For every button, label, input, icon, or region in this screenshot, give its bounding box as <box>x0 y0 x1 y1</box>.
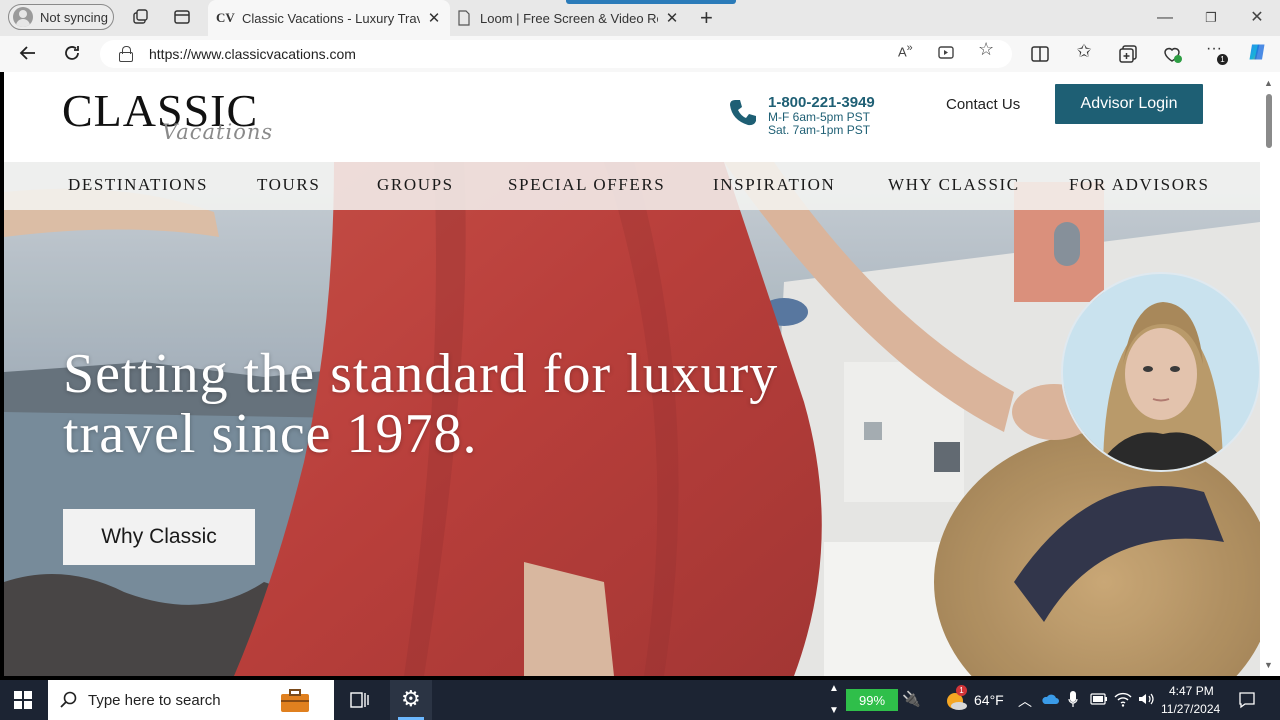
notification-icon[interactable] <box>1238 691 1256 709</box>
power-plug-icon[interactable]: 🔌 <box>902 690 921 708</box>
tab-favicon-cv: CV <box>216 10 235 25</box>
profile-avatar-icon <box>13 7 33 27</box>
tab-close-icon[interactable]: ✕ <box>424 9 444 27</box>
classic-vacations-logo[interactable]: CLASSIC Vacations <box>62 80 272 156</box>
url-text: https://www.classicvacations.com <box>149 46 356 62</box>
taskbar-settings-app[interactable]: ⚙ <box>390 680 432 720</box>
split-screen-icon[interactable] <box>1029 44 1051 64</box>
nav-for-advisors[interactable]: FOR ADVISORS <box>1069 175 1210 195</box>
hero-headline-line1: Setting the standard for luxury <box>63 343 779 405</box>
nav-groups[interactable]: GROUPS <box>377 175 454 195</box>
briefcase-icon <box>281 689 309 712</box>
nav-destinations[interactable]: DESTINATIONS <box>68 175 208 195</box>
weather-temperature: 64°F <box>974 692 1004 708</box>
favorites-icon[interactable]: ✩ <box>1073 41 1095 61</box>
gear-icon: ⚙ <box>401 686 421 711</box>
profile-status-label: Not syncing <box>40 9 108 25</box>
scroll-tray-down-icon[interactable]: ▼ <box>829 705 839 716</box>
volume-icon[interactable] <box>1137 691 1155 707</box>
restore-button[interactable]: ❐ <box>1191 6 1231 30</box>
logo-script: Vacations <box>162 120 274 144</box>
scroll-up-arrow-icon[interactable]: ▲ <box>1264 78 1273 88</box>
plus-icon: + <box>700 5 713 30</box>
clock-date[interactable]: 11/27/2024 <box>1161 702 1220 716</box>
tab-classic-vacations[interactable]: CV Classic Vacations - Luxury Travel S ✕ <box>208 0 450 36</box>
refresh-icon <box>65 46 79 60</box>
more-menu-icon[interactable]: ··· 1 <box>1203 40 1228 65</box>
task-view-icon[interactable] <box>350 691 370 709</box>
browser-address-bar: https://www.classicvacations.com A» ☆ ✩ … <box>0 36 1280 72</box>
contact-us-link[interactable]: Contact Us <box>946 96 1020 113</box>
page-scrollbar[interactable]: ▲ ▼ <box>1260 72 1280 676</box>
scroll-tray-up-icon[interactable]: ▲ <box>829 683 839 694</box>
arrow-left-icon <box>19 46 35 60</box>
microphone-icon[interactable] <box>1068 690 1078 708</box>
hero-headline: Setting the standard for luxury travel s… <box>63 344 863 464</box>
webcam-person-image <box>1063 274 1259 470</box>
url-field[interactable]: https://www.classicvacations.com <box>100 40 1012 68</box>
nav-tours[interactable]: TOURS <box>257 175 320 195</box>
collections-icon[interactable] <box>1117 44 1139 64</box>
copilot-icon[interactable] <box>1246 42 1268 62</box>
wifi-icon[interactable] <box>1114 691 1132 707</box>
site-header: CLASSIC Vacations 1-800-221-3949 M-F 6am… <box>4 72 1260 162</box>
battery-tray-icon[interactable] <box>1090 693 1108 705</box>
workspaces-icon[interactable] <box>131 8 149 26</box>
back-button[interactable] <box>16 43 40 65</box>
phone-icon <box>730 100 756 126</box>
advisor-login-button[interactable]: Advisor Login <box>1055 84 1203 124</box>
battery-percent: 99% <box>858 692 886 708</box>
profile-button[interactable]: Not syncing <box>8 4 114 30</box>
scrollbar-thumb[interactable] <box>1266 94 1272 148</box>
tab-close-icon[interactable]: ✕ <box>662 9 682 27</box>
read-aloud-icon[interactable]: A» <box>898 42 913 59</box>
search-placeholder: Type here to search <box>88 691 221 709</box>
tab-title: Loom | Free Screen & Video Recor <box>480 10 658 26</box>
webcam-bubble[interactable] <box>1061 272 1260 472</box>
refresh-button[interactable] <box>60 43 84 65</box>
weather-widget[interactable]: 1 <box>944 685 968 712</box>
browser-tab-bar: Not syncing CV Classic Vacations - Luxur… <box>0 0 1280 36</box>
nav-inspiration[interactable]: INSPIRATION <box>713 175 835 195</box>
why-classic-button[interactable]: Why Classic <box>63 509 255 565</box>
taskbar-search-box[interactable]: Type here to search <box>48 680 334 720</box>
main-navigation: DESTINATIONS TOURS GROUPS SPECIAL OFFERS… <box>4 162 1260 210</box>
lock-icon[interactable] <box>119 46 133 62</box>
weather-badge: 1 <box>956 685 967 696</box>
video-icon[interactable] <box>938 45 956 61</box>
page-icon <box>458 10 470 26</box>
search-icon <box>60 691 77 708</box>
phone-hours-weekday: M-F 6am-5pm PST <box>768 110 871 124</box>
scroll-down-arrow-icon[interactable]: ▼ <box>1264 660 1273 670</box>
nav-why-classic[interactable]: WHY CLASSIC <box>888 175 1020 195</box>
windows-taskbar: Type here to search ⚙ ▲ ▼ 99% 🔌 1 64°F ︿… <box>0 680 1280 720</box>
clock-time[interactable]: 4:47 PM <box>1169 684 1214 698</box>
hero-headline-line2: travel since 1978. <box>63 403 478 465</box>
vertical-tabs-icon[interactable] <box>173 8 191 26</box>
phone-hours-saturday: Sat. 7am-1pm PST <box>768 123 871 137</box>
minimize-button[interactable]: — <box>1145 6 1185 30</box>
windows-start-icon[interactable] <box>14 691 32 709</box>
onedrive-cloud-icon[interactable] <box>1041 693 1059 705</box>
tab-title: Classic Vacations - Luxury Travel S <box>242 10 420 26</box>
phone-number[interactable]: 1-800-221-3949 <box>768 94 875 111</box>
new-tab-button[interactable]: + <box>696 0 726 36</box>
favorite-star-icon[interactable]: ☆ <box>978 39 994 60</box>
browser-essentials-icon[interactable] <box>1161 44 1183 64</box>
chevron-up-icon[interactable]: ︿ <box>1018 691 1032 711</box>
web-page: CLASSIC Vacations 1-800-221-3949 M-F 6am… <box>4 72 1260 676</box>
battery-indicator[interactable]: 99% <box>846 689 898 711</box>
nav-special-offers[interactable]: SPECIAL OFFERS <box>508 175 665 195</box>
close-window-button[interactable]: ✕ <box>1237 6 1277 30</box>
tab-loom[interactable]: Loom | Free Screen & Video Recor ✕ <box>452 0 690 36</box>
